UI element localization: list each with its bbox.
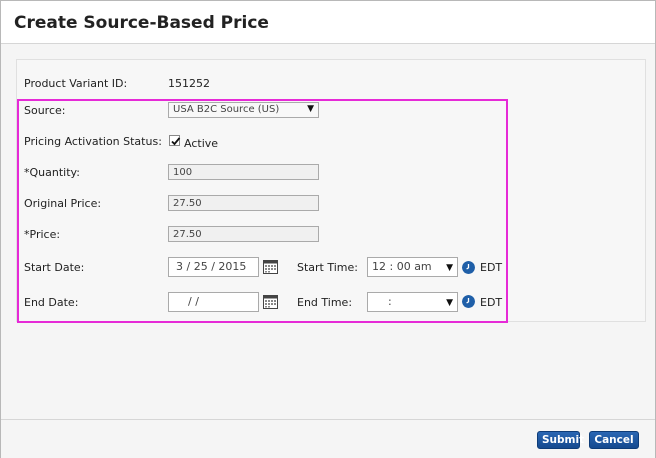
active-checkbox[interactable] — [169, 135, 181, 146]
calendar-icon[interactable] — [263, 294, 278, 309]
start-timezone: EDT — [480, 261, 503, 274]
start-date-label: Start Date: — [24, 261, 85, 274]
end-time-value: : — [388, 295, 392, 308]
quantity-field[interactable]: 100 — [168, 164, 319, 180]
end-date-field[interactable]: / / — [168, 292, 259, 312]
cancel-button[interactable]: Cancel — [589, 431, 639, 449]
calendar-icon[interactable] — [263, 259, 278, 274]
dialog-header: Create Source-Based Price — [1, 1, 655, 44]
end-timezone: EDT — [480, 296, 503, 309]
start-date-field[interactable]: 3 / 25 / 2015 — [168, 257, 259, 277]
start-time-value: 12 : 00 am — [372, 260, 432, 273]
create-price-dialog: Create Source-Based Price Product Varian… — [0, 0, 656, 458]
original-price-label: Original Price: — [24, 197, 102, 210]
start-time-select[interactable]: 12 : 00 am ▼ — [367, 257, 458, 277]
activation-status-label: Pricing Activation Status: — [24, 135, 162, 148]
dialog-body — [1, 44, 655, 419]
start-time-label: Start Time: — [297, 261, 358, 274]
price-field[interactable]: 27.50 — [168, 226, 319, 242]
product-variant-label: Product Variant ID: — [24, 77, 128, 90]
dialog-footer: Submit Cancel — [1, 419, 655, 458]
end-time-label: End Time: — [297, 296, 353, 309]
end-time-select[interactable]: : ▼ — [367, 292, 458, 312]
chevron-down-icon: ▼ — [307, 104, 314, 114]
quantity-label: *Quantity: — [24, 166, 80, 179]
checkmark-icon — [171, 137, 181, 146]
chevron-down-icon: ▼ — [446, 298, 453, 308]
submit-button[interactable]: Submit — [537, 431, 584, 449]
active-label: Active — [184, 137, 219, 150]
source-select[interactable]: USA B2C Source (US) ▼ — [168, 102, 319, 118]
price-label: *Price: — [24, 228, 61, 241]
clock-icon — [462, 295, 475, 308]
clock-icon — [462, 261, 475, 274]
original-price-field[interactable]: 27.50 — [168, 195, 319, 211]
form-panel — [16, 59, 646, 322]
product-variant-value: 151252 — [168, 77, 210, 90]
end-date-label: End Date: — [24, 296, 79, 309]
dialog-title: Create Source-Based Price — [14, 13, 269, 33]
source-select-value: USA B2C Source (US) — [173, 104, 280, 115]
chevron-down-icon: ▼ — [446, 263, 453, 273]
source-label: Source: — [24, 104, 66, 117]
